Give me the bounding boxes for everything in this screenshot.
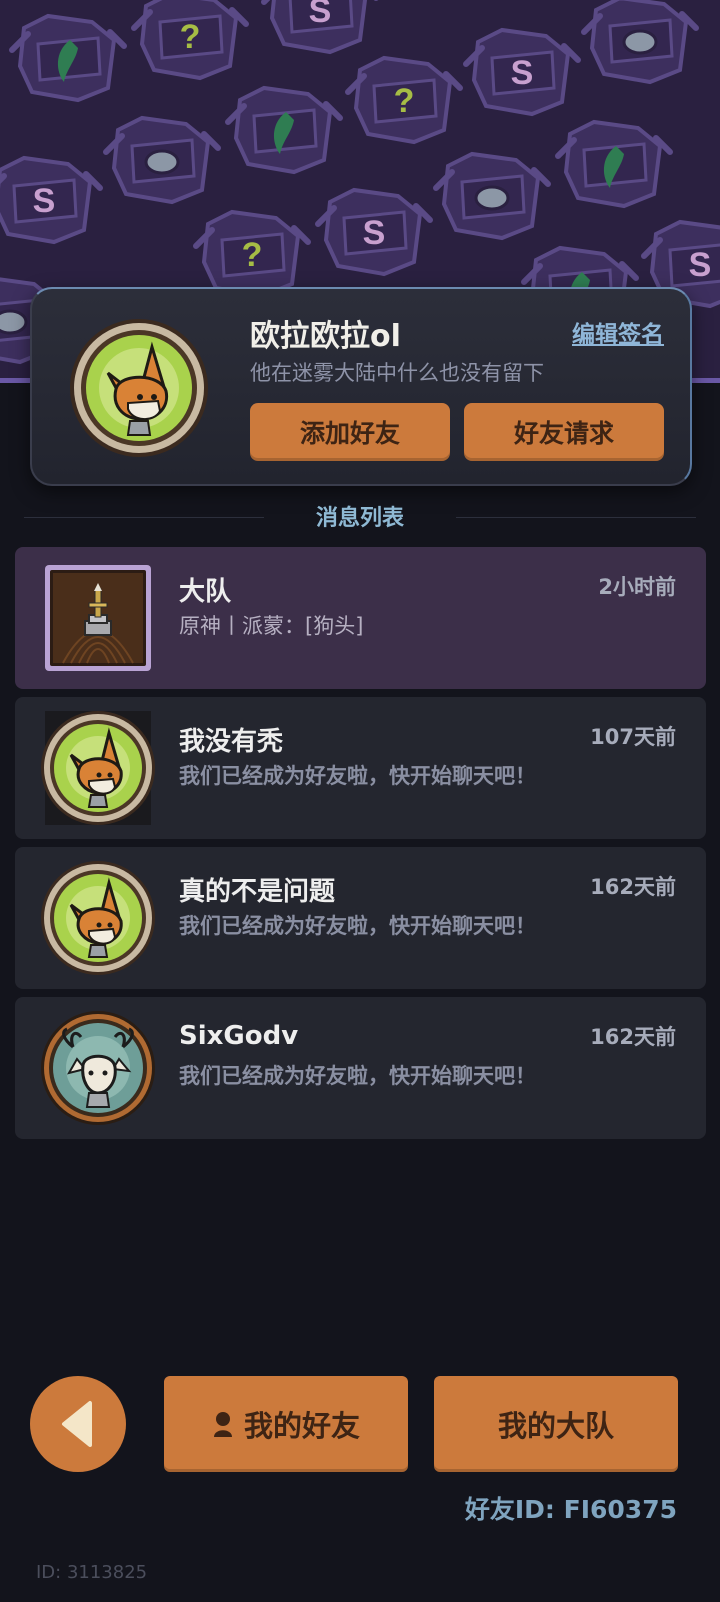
add-friend-button[interactable]: 添加好友 (250, 403, 450, 461)
profile-signature: 他在迷雾大陆中什么也没有留下 (250, 361, 544, 385)
message-item-friend[interactable]: 真的不是问题 162天前 我们已经成为好友啦，快开始聊天吧！ (15, 847, 706, 989)
team-sword-icon (45, 565, 151, 671)
user-id: ID: 3113825 (36, 1562, 148, 1583)
edit-signature-link[interactable]: 编辑签名 (572, 315, 664, 349)
message-preview: 原神丨派蒙：[狗头] (179, 614, 364, 638)
message-title: 大队 (179, 577, 232, 607)
message-preview: 我们已经成为好友啦，快开始聊天吧！ (179, 764, 536, 788)
message-title: 真的不是问题 (179, 877, 336, 907)
message-item-team[interactable]: 大队 2小时前 原神丨派蒙：[狗头] (15, 547, 706, 689)
my-friends-button[interactable]: 我的好友 (164, 1376, 408, 1472)
message-item-friend[interactable]: SixGodv 162天前 我们已经成为好友啦，快开始聊天吧！ (15, 997, 706, 1139)
message-list-title: 消息列表 (315, 506, 404, 531)
my-team-label: 我的大队 (497, 1409, 614, 1443)
message-title: 我没有秃 (179, 727, 284, 757)
message-item-friend[interactable]: 我没有秃 107天前 我们已经成为好友啦，快开始聊天吧！ (15, 697, 706, 839)
back-arrow-icon (62, 1401, 92, 1447)
message-time: 162天前 (590, 1025, 676, 1049)
antler-cat-avatar-icon (41, 1011, 155, 1125)
add-friend-label: 添加好友 (299, 419, 400, 448)
profile-name: 欧拉欧拉ol (250, 319, 401, 354)
message-time: 107天前 (590, 725, 676, 749)
friend-request-label: 好友请求 (513, 419, 614, 448)
my-friends-label: 我的好友 (243, 1409, 360, 1443)
my-team-button[interactable]: 我的大队 (434, 1376, 678, 1472)
back-button[interactable] (30, 1376, 126, 1472)
friend-id: 好友ID: FI60375 (464, 1495, 677, 1524)
person-icon (212, 1411, 234, 1437)
profile-card: 欧拉欧拉ol 编辑签名 他在迷雾大陆中什么也没有留下 添加好友 好友请求 (30, 287, 692, 486)
fox-avatar-icon[interactable] (68, 317, 210, 459)
message-preview: 我们已经成为好友啦，快开始聊天吧！ (179, 914, 536, 938)
message-preview: 我们已经成为好友啦，快开始聊天吧！ (179, 1064, 536, 1088)
message-title: SixGodv (179, 1021, 299, 1051)
friend-request-button[interactable]: 好友请求 (464, 403, 664, 461)
fox-avatar-icon (41, 711, 155, 825)
fox-avatar-icon (41, 861, 155, 975)
message-time: 162天前 (590, 875, 676, 899)
message-time: 2小时前 (598, 575, 676, 599)
